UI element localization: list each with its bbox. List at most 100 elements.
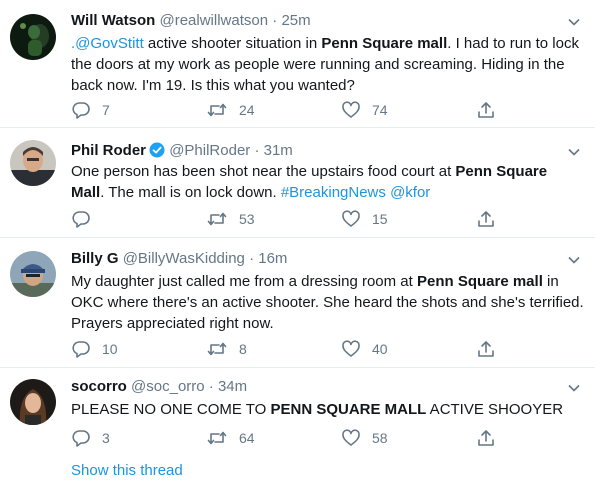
display-name[interactable]: Will Watson — [71, 12, 155, 29]
share-button[interactable] — [476, 338, 496, 360]
display-name[interactable]: Billy G — [71, 250, 119, 267]
like-count: 74 — [372, 102, 388, 118]
show-thread-link[interactable]: Show this thread — [71, 462, 183, 479]
retweet-button[interactable]: 8 — [206, 338, 247, 360]
reply-button[interactable]: 7 — [71, 99, 110, 121]
avatar[interactable] — [10, 251, 56, 297]
inline-link[interactable]: .@GovStitt — [71, 35, 144, 52]
text-segment: My daughter just called me from a dressi… — [71, 273, 417, 290]
text-segment: active shooter situation in — [143, 35, 322, 52]
user-handle[interactable]: @PhilRoder — [169, 142, 250, 159]
share-icon — [476, 209, 496, 229]
tweet-text-line: PLEASE NO ONE COME TO PENN SQUARE MALL A… — [71, 399, 581, 420]
like-button[interactable]: 74 — [341, 99, 388, 121]
tweet-header: Billy G @BillyWasKidding · 16m — [71, 248, 555, 270]
user-handle[interactable]: @soc_orro — [131, 378, 205, 395]
reply-icon — [71, 428, 91, 448]
retweet-button[interactable]: 64 — [206, 427, 255, 449]
share-icon — [476, 100, 496, 120]
tweet-feed: Will Watson @realwillwatson · 25m .@GovS… — [0, 0, 595, 485]
retweet-icon — [206, 428, 228, 448]
tweet-text: My daughter just called me from a dressi… — [71, 271, 584, 334]
tweet-text-line: My daughter just called me from a dressi… — [71, 271, 581, 292]
share-button[interactable] — [476, 99, 496, 121]
display-name[interactable]: Phil Roder — [71, 142, 146, 159]
tweet[interactable]: Will Watson @realwillwatson · 25m .@GovS… — [0, 0, 595, 128]
retweet-count: 24 — [239, 102, 255, 118]
reply-icon — [71, 209, 91, 229]
text-segment: the doors at my work as people were runn… — [71, 56, 565, 73]
avatar[interactable] — [10, 140, 56, 186]
text-segment: . I had to run to lock — [447, 35, 579, 52]
separator-dot: · — [249, 250, 255, 267]
separator-dot: · — [272, 12, 278, 29]
share-button[interactable] — [476, 427, 496, 449]
retweet-count: 64 — [239, 430, 255, 446]
tweet-header: socorro @soc_orro · 34m — [71, 376, 555, 398]
tweet[interactable]: Phil Roder @PhilRoder · 31m One person h… — [0, 128, 595, 238]
tweet-header: Phil Roder @PhilRoder · 31m — [71, 140, 555, 162]
tweet-text-line: One person has been shot near the upstai… — [71, 161, 581, 182]
text-segment: One person has been shot near the upstai… — [71, 163, 456, 180]
inline-link[interactable]: @kfor — [390, 184, 430, 201]
reply-count: 3 — [102, 430, 110, 446]
display-name[interactable]: socorro — [71, 378, 127, 395]
highlighted-term: Penn Square mall — [321, 35, 448, 52]
user-handle[interactable]: @realwillwatson — [159, 12, 268, 29]
like-count: 40 — [372, 341, 388, 357]
highlighted-term: Penn Square — [455, 163, 548, 180]
highlighted-term: PENN SQUARE MALL — [270, 401, 427, 418]
share-button[interactable] — [476, 208, 496, 230]
chevron-down-icon[interactable] — [567, 145, 581, 159]
text-segment: back now. I'm 19. Is this what you wante… — [71, 77, 355, 94]
reply-button[interactable] — [71, 208, 102, 230]
retweet-button[interactable]: 53 — [206, 208, 255, 230]
share-icon — [476, 428, 496, 448]
separator-dot: · — [254, 142, 260, 159]
text-segment: in — [542, 273, 559, 290]
reply-icon — [71, 100, 91, 120]
tweet-text: PLEASE NO ONE COME TO PENN SQUARE MALL A… — [71, 399, 581, 420]
reply-button[interactable]: 3 — [71, 427, 110, 449]
highlighted-term: Penn Square mall — [416, 273, 543, 290]
chevron-down-icon[interactable] — [567, 381, 581, 395]
retweet-icon — [206, 339, 228, 359]
reply-icon — [71, 339, 91, 359]
like-count: 15 — [372, 211, 388, 227]
avatar[interactable] — [10, 379, 56, 425]
retweet-count: 8 — [239, 341, 247, 357]
tweet-header: Will Watson @realwillwatson · 25m — [71, 10, 555, 32]
reply-button[interactable]: 10 — [71, 338, 118, 360]
tweet-text-line: back now. I'm 19. Is this what you wante… — [71, 75, 581, 96]
retweet-icon — [206, 209, 228, 229]
tweet[interactable]: Billy G @BillyWasKidding · 16m My daught… — [0, 238, 595, 368]
like-button[interactable]: 40 — [341, 338, 388, 360]
tweet-actions: 7 24 74 — [71, 99, 555, 121]
avatar[interactable] — [10, 14, 56, 60]
text-segment: OKC where there's an active shooter. She… — [71, 294, 584, 311]
inline-link[interactable]: #BreakingNews — [281, 184, 386, 201]
highlighted-term: Mall — [71, 184, 101, 201]
retweet-button[interactable]: 24 — [206, 99, 255, 121]
tweet-text-line: Prayers appreciated right now. — [71, 313, 581, 334]
reply-count: 7 — [102, 102, 110, 118]
timestamp[interactable]: 34m — [218, 378, 247, 395]
reply-count: 10 — [102, 341, 118, 357]
timestamp[interactable]: 31m — [264, 142, 293, 159]
user-handle[interactable]: @BillyWasKidding — [123, 250, 245, 267]
chevron-down-icon[interactable] — [567, 253, 581, 267]
tweet-text: One person has been shot near the upstai… — [71, 161, 581, 203]
chevron-down-icon[interactable] — [567, 15, 581, 29]
tweet-actions: 10 8 40 — [71, 338, 555, 360]
heart-icon — [341, 339, 361, 359]
tweet-text-line: OKC where there's an active shooter. She… — [71, 292, 584, 313]
text-segment: Prayers appreciated right now. — [71, 315, 274, 332]
heart-icon — [341, 428, 361, 448]
retweet-count: 53 — [239, 211, 255, 227]
timestamp[interactable]: 16m — [258, 250, 287, 267]
tweet-text-line: .@GovStitt active shooter situation in P… — [71, 33, 581, 54]
tweet-text-line: the doors at my work as people were runn… — [71, 54, 581, 75]
like-button[interactable]: 58 — [341, 427, 388, 449]
timestamp[interactable]: 25m — [281, 12, 310, 29]
like-button[interactable]: 15 — [341, 208, 388, 230]
